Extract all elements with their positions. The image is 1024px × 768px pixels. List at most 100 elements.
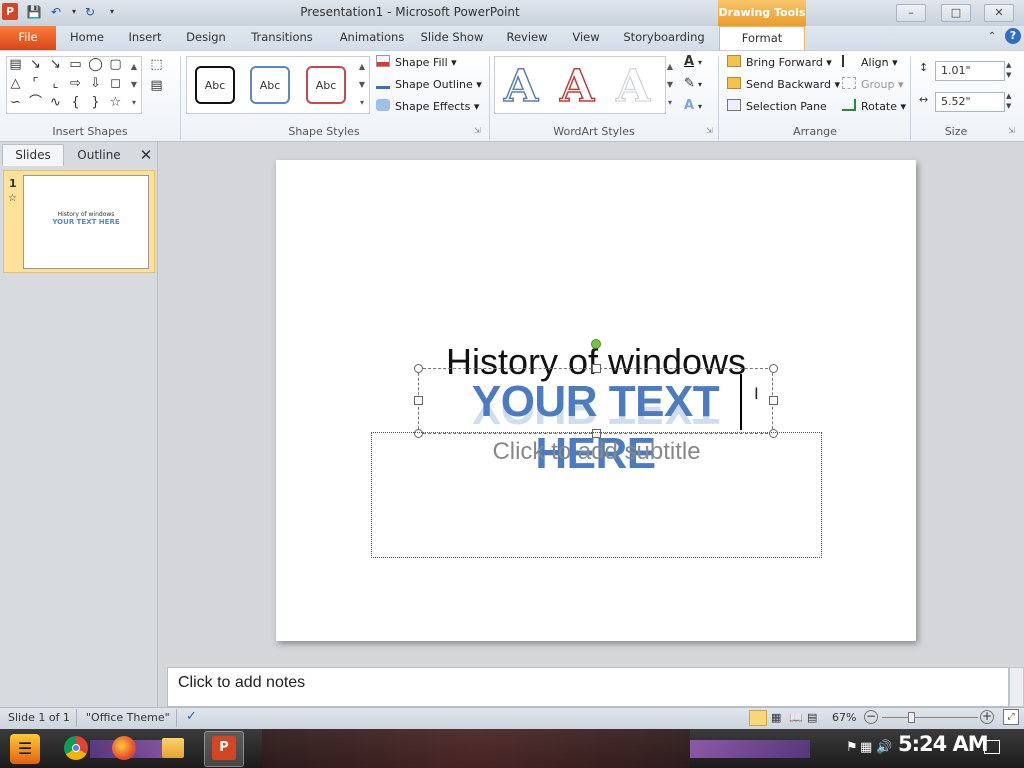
dialog-launcher-icon[interactable]: ⇲ <box>706 126 713 135</box>
close-button[interactable]: ✕ <box>984 4 1014 22</box>
text-fill-icon[interactable]: A <box>684 54 694 69</box>
normal-view-icon[interactable] <box>749 710 767 726</box>
spell-check-icon[interactable]: ✓ <box>186 709 197 724</box>
shape-width-input[interactable]: 5.52" <box>935 92 1005 112</box>
close-panel-icon[interactable]: ✕ <box>136 144 156 166</box>
tab-insert[interactable]: Insert <box>124 26 166 50</box>
notes-placeholder[interactable]: Click to add notes <box>178 674 305 692</box>
shape-style-blue[interactable]: Abc <box>250 66 290 104</box>
tab-view[interactable]: View <box>568 26 604 50</box>
undo-icon[interactable]: ↶ <box>48 4 64 20</box>
shape-style-red[interactable]: Abc <box>306 66 346 104</box>
align-button[interactable]: Align ▾ <box>842 54 898 72</box>
line-shape-icon[interactable]: ↘ <box>27 56 44 74</box>
edit-shape-icon[interactable]: ⬚ <box>148 56 165 74</box>
elbow-arrow-shape-icon[interactable]: ⌞ <box>47 75 64 93</box>
help-icon[interactable]: ? <box>1005 28 1021 44</box>
wordart-style-outline-red[interactable]: A <box>559 61 595 113</box>
slide-show-view-icon[interactable]: ▤ <box>807 711 817 724</box>
subtitle-placeholder[interactable]: Click to add subtitle <box>371 438 822 466</box>
star-shape-icon[interactable]: ☆ <box>107 94 124 112</box>
powerpoint-app-icon[interactable]: P <box>2 3 18 20</box>
zoom-in-button[interactable]: + <box>980 710 994 724</box>
slide-sorter-view-icon[interactable]: ▦ <box>771 711 781 724</box>
shape-styles-scroll[interactable]: ▲ ▼ ▾ <box>356 58 368 112</box>
resize-handle-ne[interactable] <box>769 364 778 373</box>
wordart-style-light[interactable]: A <box>615 61 650 112</box>
group-button[interactable]: Group ▾ <box>842 76 904 94</box>
firefox-icon[interactable] <box>112 736 136 760</box>
left-brace-shape-icon[interactable]: { <box>67 94 84 112</box>
tab-animations[interactable]: Animations <box>334 26 410 50</box>
zoom-level[interactable]: 67% <box>832 711 856 724</box>
tab-transitions[interactable]: Transitions <box>248 26 316 50</box>
text-outline-dropdown-icon[interactable]: ▾ <box>698 80 702 89</box>
notes-scrollbar[interactable] <box>1009 667 1024 707</box>
zoom-slider-track[interactable] <box>882 717 978 718</box>
text-box-shape-icon[interactable]: ▤ <box>7 56 24 74</box>
maximize-button[interactable]: □ <box>941 4 971 22</box>
down-arrow-shape-icon[interactable]: ⇩ <box>87 75 104 93</box>
resize-handle-e[interactable] <box>769 396 778 405</box>
resize-handle-nw[interactable] <box>414 364 423 373</box>
wordart-style-outline-blue[interactable]: A <box>503 61 539 113</box>
shape-fill-button[interactable]: Shape Fill ▾ <box>376 54 457 72</box>
arc-shape-icon[interactable]: ⌒ <box>27 94 44 112</box>
undo-dropdown-icon[interactable]: ▾ <box>66 4 82 20</box>
powerpoint-taskbar-icon[interactable]: P <box>212 736 236 760</box>
oval-shape-icon[interactable]: ◯ <box>87 56 104 74</box>
elbow-connector-shape-icon[interactable]: ⌜ <box>27 75 44 93</box>
tab-slide-show[interactable]: Slide Show <box>420 26 484 50</box>
text-outline-icon[interactable]: ✎ <box>684 76 695 91</box>
minimize-ribbon-icon[interactable]: ⌃ <box>988 31 996 42</box>
scribble-shape-icon[interactable]: ∿ <box>47 94 64 112</box>
right-brace-shape-icon[interactable]: } <box>87 94 104 112</box>
tab-design[interactable]: Design <box>184 26 228 50</box>
rotate-button[interactable]: Rotate ▾ <box>842 98 906 116</box>
dialog-launcher-icon[interactable]: ⇲ <box>1008 126 1015 135</box>
resize-handle-n[interactable] <box>592 364 601 373</box>
tab-slides[interactable]: Slides <box>2 144 64 166</box>
tab-home[interactable]: Home <box>66 26 108 50</box>
send-backward-button[interactable]: Send Backward ▾ <box>727 76 840 94</box>
curve-shape-icon[interactable]: ∽ <box>7 94 24 112</box>
save-icon[interactable]: 💾 <box>26 4 42 20</box>
text-effects-icon[interactable]: A <box>684 98 694 113</box>
shape-style-black[interactable]: Abc <box>195 66 235 104</box>
draw-text-box-icon[interactable]: ▤ <box>148 77 165 95</box>
theme-name[interactable]: "Office Theme" <box>86 711 170 724</box>
rectangle-shape-icon[interactable]: ▭ <box>67 56 84 74</box>
tab-storyboarding[interactable]: Storyboarding <box>622 26 706 50</box>
volume-icon[interactable]: 🔊 <box>876 740 892 755</box>
minimize-button[interactable]: – <box>896 4 926 22</box>
bring-forward-button[interactable]: Bring Forward ▾ <box>727 54 832 72</box>
action-center-icon[interactable]: ⚑ <box>846 740 858 755</box>
right-arrow-shape-icon[interactable]: ⇨ <box>67 75 84 93</box>
text-fill-dropdown-icon[interactable]: ▾ <box>698 58 702 67</box>
notifications-icon[interactable] <box>984 740 1000 754</box>
zoom-slider-thumb[interactable] <box>908 712 915 723</box>
zoom-out-button[interactable]: − <box>864 710 878 724</box>
selection-pane-button[interactable]: Selection Pane <box>727 98 827 116</box>
reading-view-icon[interactable]: 📖 <box>789 711 803 724</box>
shapes-gallery-scroll[interactable]: ▲ ▼ ▾ <box>128 58 140 112</box>
height-spinner[interactable]: ▲ ▼ <box>1006 60 1011 80</box>
file-explorer-icon[interactable] <box>162 738 184 758</box>
dialog-launcher-icon[interactable]: ⇲ <box>474 126 481 135</box>
shape-outline-button[interactable]: Shape Outline ▾ <box>376 76 482 94</box>
arrow-line-shape-icon[interactable]: ↘ <box>47 56 64 74</box>
text-effects-dropdown-icon[interactable]: ▾ <box>698 102 702 111</box>
tab-format[interactable]: Format <box>719 26 805 51</box>
tab-outline[interactable]: Outline <box>66 145 132 166</box>
shape-height-input[interactable]: 1.01" <box>935 61 1005 81</box>
redo-icon[interactable]: ↻ <box>82 4 98 20</box>
customize-qat-icon[interactable]: ▾ <box>104 4 120 20</box>
tab-review[interactable]: Review <box>504 26 550 50</box>
width-spinner[interactable]: ▲ ▼ <box>1006 91 1011 111</box>
taskbar-clock[interactable]: 5:24 AM <box>898 732 989 756</box>
rotation-handle[interactable] <box>591 339 601 349</box>
start-button-icon[interactable]: ☰ <box>10 734 40 764</box>
shape-effects-button[interactable]: Shape Effects ▾ <box>376 98 479 116</box>
rounded-rect-shape-icon[interactable]: ▢ <box>107 56 124 74</box>
freeform-shape-icon[interactable]: ◻ <box>107 75 124 93</box>
